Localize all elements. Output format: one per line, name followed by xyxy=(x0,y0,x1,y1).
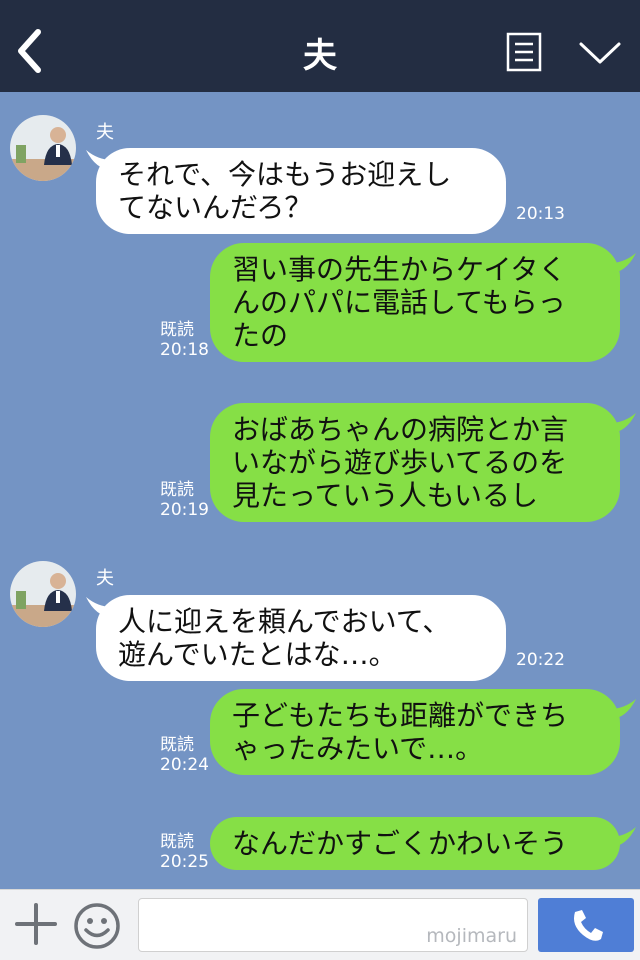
call-button[interactable] xyxy=(538,898,634,952)
avatar[interactable] xyxy=(10,561,76,627)
bubble-tail xyxy=(610,413,636,433)
input-bar: mojimaru xyxy=(0,889,640,960)
phone-icon xyxy=(574,910,603,941)
read-receipt: 既読 xyxy=(160,480,194,500)
message-meta: 既読 20:24 xyxy=(160,735,209,775)
watermark: mojimaru xyxy=(426,925,517,947)
chat-area[interactable]: 夫 それで、今はもうお迎えし てないんだろ？ 20:13 既読 20:18 習い… xyxy=(0,92,640,889)
avatar-photo xyxy=(10,115,76,181)
message-time: 20:18 xyxy=(160,340,209,360)
chat-title: 夫 xyxy=(303,36,337,76)
notes-button[interactable] xyxy=(506,32,542,72)
bubble-tail xyxy=(610,827,636,847)
bubble-tail xyxy=(610,253,636,273)
read-receipt: 既読 xyxy=(160,320,194,340)
message-meta: 既読 20:18 xyxy=(160,320,209,360)
menu-button[interactable] xyxy=(578,38,622,68)
chevron-down-icon xyxy=(579,42,621,64)
add-button[interactable] xyxy=(14,902,58,946)
message-bubble[interactable]: 人に迎えを頼んでおいて、 遊んでいたとはな…。 xyxy=(96,595,506,681)
message-meta: 既読 20:25 xyxy=(160,832,209,872)
emoji-button[interactable] xyxy=(72,901,122,951)
message-bubble[interactable]: それで、今はもうお迎えし てないんだろ？ xyxy=(96,148,506,234)
message-bubble[interactable]: おばあちゃんの病院とか言 いながら遊び歩いてるのを 見たっていう人もいるし xyxy=(210,403,620,522)
read-receipt: 既読 xyxy=(160,832,194,852)
message-time: 20:24 xyxy=(160,755,209,775)
message-bubble[interactable]: 習い事の先生からケイタく んのパパに電話してもらっ たの xyxy=(210,243,620,362)
message-input[interactable]: mojimaru xyxy=(138,898,528,952)
read-receipt: 既読 xyxy=(160,735,194,755)
avatar-photo xyxy=(10,561,76,627)
chat-header: 夫 xyxy=(0,0,640,92)
notes-icon xyxy=(506,32,542,72)
message-meta: 既読 20:19 xyxy=(160,480,209,520)
sender-name: 夫 xyxy=(96,568,114,589)
smiley-icon xyxy=(74,903,120,949)
message-time: 20:13 xyxy=(516,204,565,224)
plus-icon xyxy=(15,903,57,945)
avatar[interactable] xyxy=(10,115,76,181)
message-time: 20:19 xyxy=(160,500,209,520)
message-time: 20:22 xyxy=(516,650,565,670)
message-bubble[interactable]: なんだかすごくかわいそう xyxy=(210,817,620,870)
sender-name: 夫 xyxy=(96,122,114,143)
bubble-tail xyxy=(610,699,636,719)
message-time: 20:25 xyxy=(160,852,209,872)
message-bubble[interactable]: 子どもたちも距離ができち ゃったみたいで…。 xyxy=(210,689,620,775)
